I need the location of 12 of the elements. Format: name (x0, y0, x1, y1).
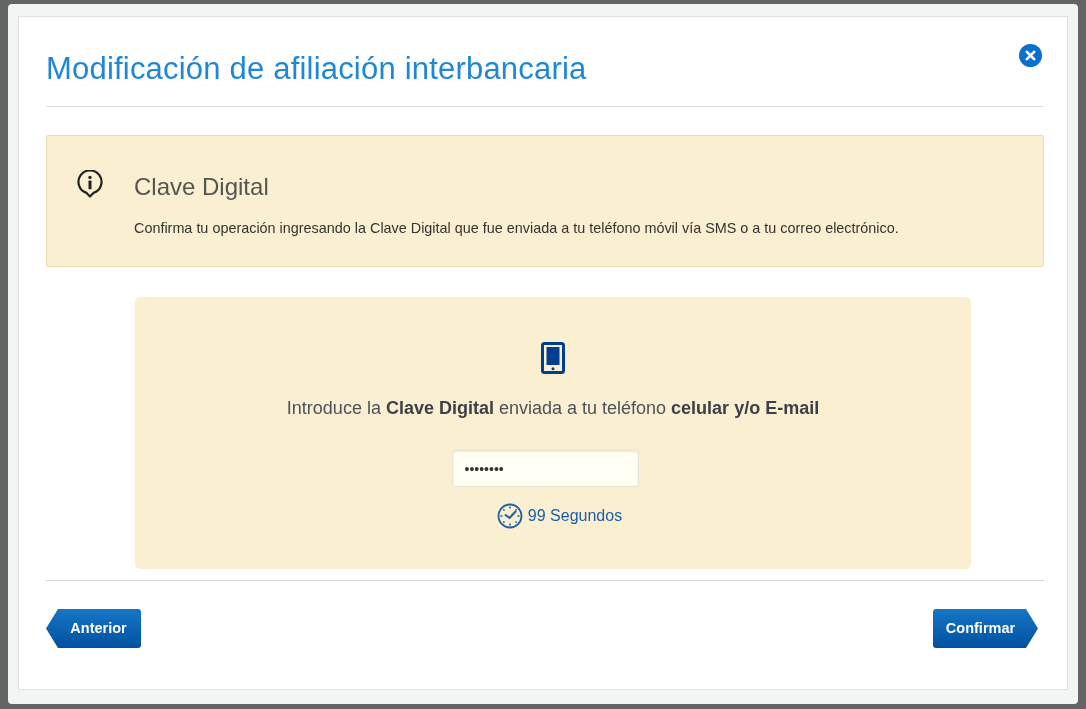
alert-message: Confirma tu operación ingresando la Clave Digital que fue enviada a tu teléfono móvil vía SMS o a tu correo electrónico. (134, 219, 899, 238)
close-icon[interactable] (1019, 44, 1042, 67)
modal-title: Modificación de afiliación interbancaria (46, 50, 587, 88)
info-icon (77, 170, 103, 198)
code-instruction: Introduce la Clave Digital enviada a tu teléfono celular y/o E-mail (286, 397, 820, 420)
countdown-text: 99 Segundos (527, 506, 623, 526)
confirm-button[interactable]: Confirmar (933, 609, 1038, 648)
previous-button[interactable]: Anterior (46, 609, 141, 648)
clock-icon (495, 503, 524, 529)
mobile-phone-icon (541, 342, 565, 374)
alert-heading: Clave Digital (134, 172, 270, 202)
code-input-field[interactable]: •••••••• (451, 450, 639, 487)
